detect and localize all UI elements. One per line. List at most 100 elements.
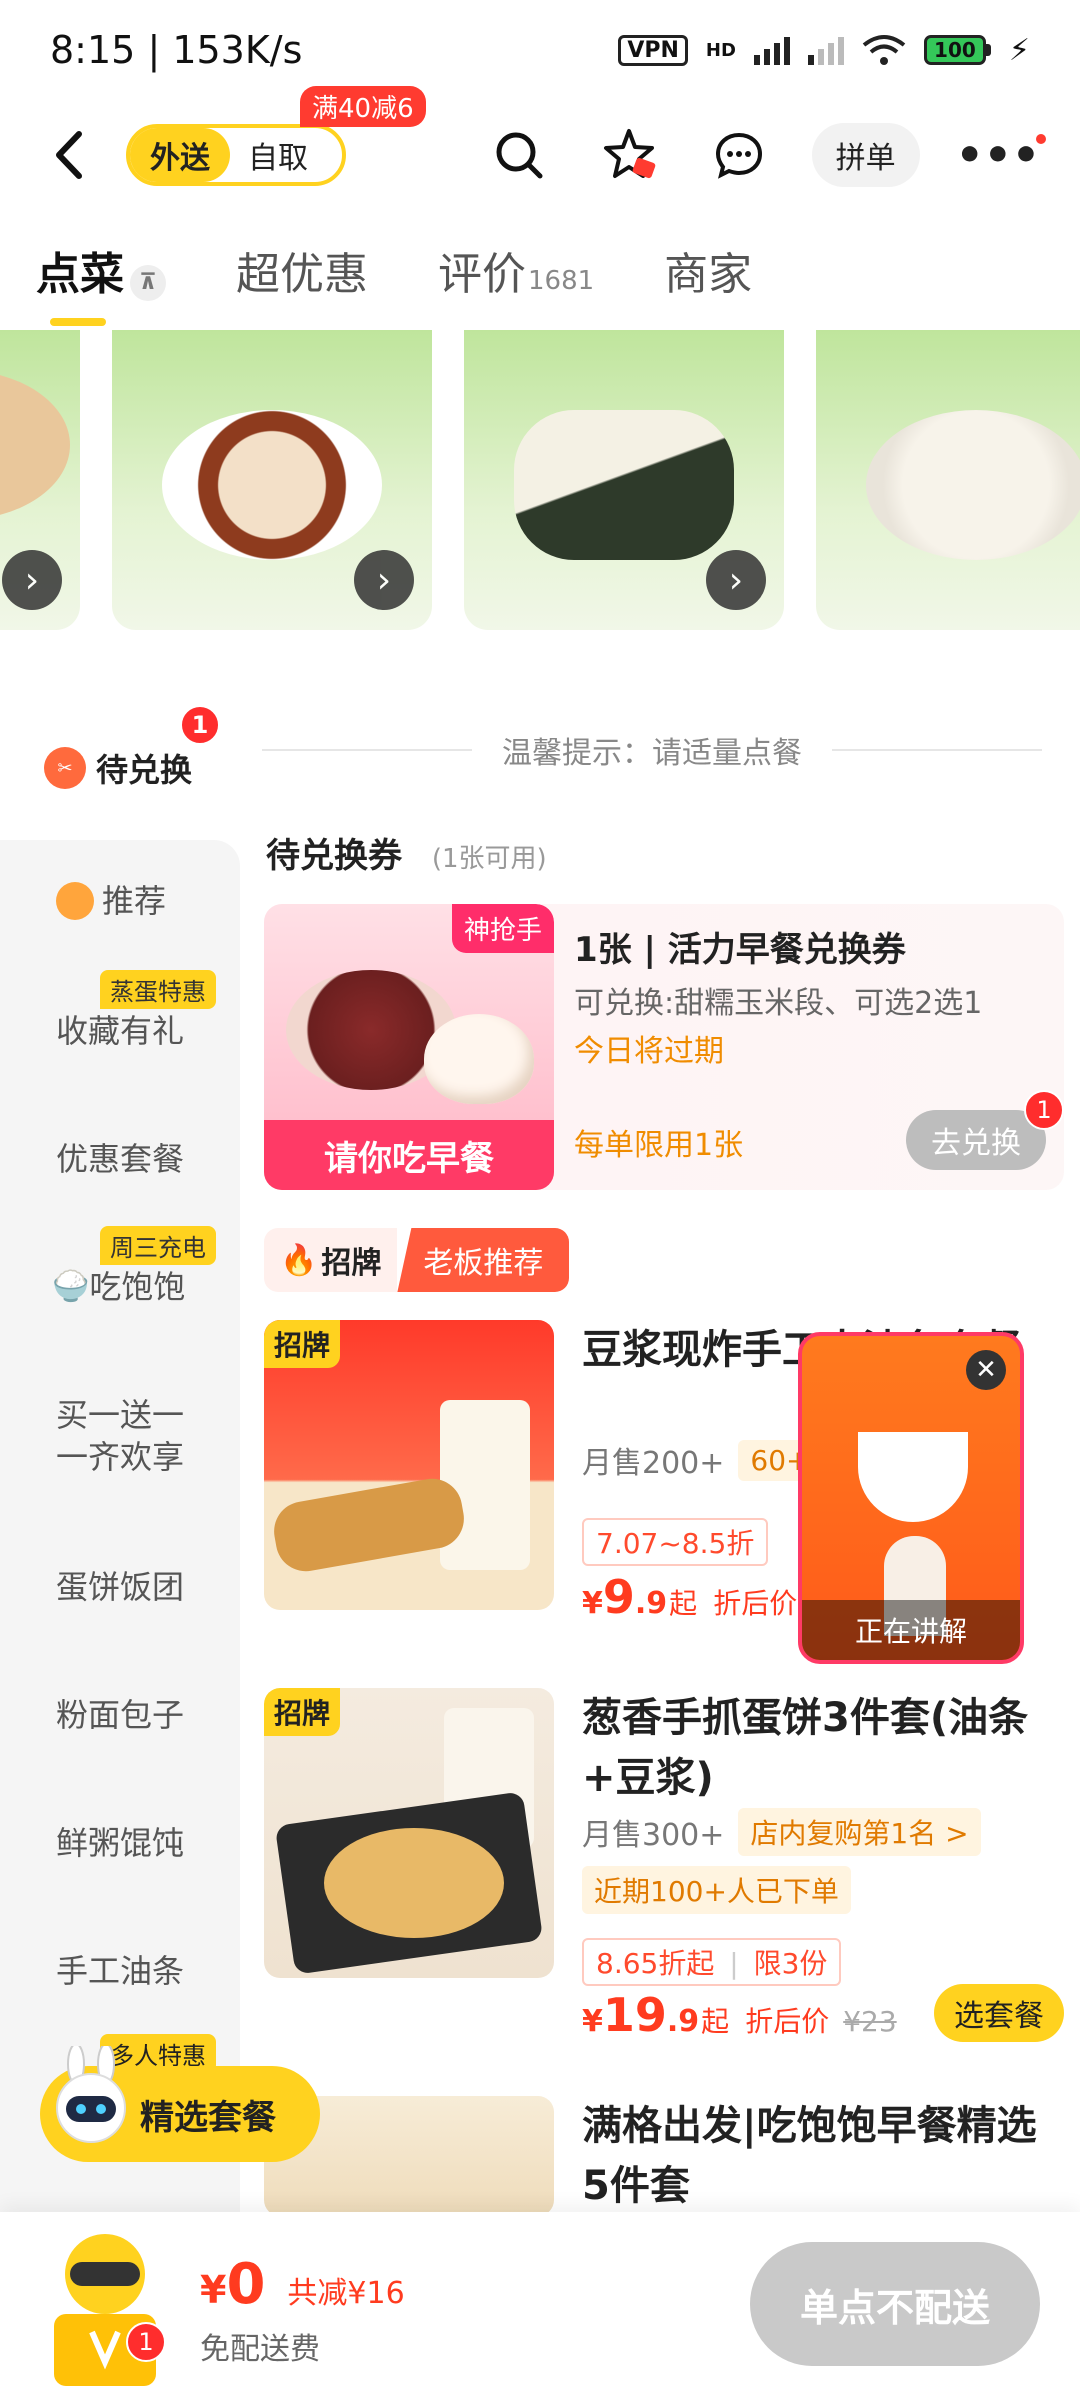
signal-2-icon — [807, 35, 844, 65]
cart-count-badge: 1 — [126, 2322, 166, 2362]
live-stream-window[interactable]: ✕ 正在讲解 — [798, 1332, 1024, 1664]
signature-header: 🔥 招牌 老板推荐 — [264, 1228, 570, 1292]
delivery-option[interactable]: 外送 — [130, 128, 230, 182]
notification-dot — [1036, 133, 1046, 144]
arrow-right-icon[interactable]: › — [354, 550, 414, 610]
favorite-button[interactable] — [592, 118, 666, 192]
voucher-title: 1张 | 活力早餐兑换券 — [574, 930, 906, 970]
cart-button[interactable]: 1 — [30, 2222, 180, 2392]
category-collect-gift[interactable]: 收藏有礼 — [56, 1010, 184, 1052]
banner-card[interactable]: › — [464, 330, 784, 630]
category-porridge[interactable]: 鲜粥馄饨 — [56, 1822, 184, 1864]
wifi-icon — [862, 35, 906, 65]
checkout-button[interactable]: 单点不配送 — [750, 2242, 1040, 2366]
portion-hint: 温馨提示：请适量点餐 — [262, 728, 1042, 772]
select-combo-button[interactable]: 选套餐 — [934, 1984, 1064, 2042]
live-label: 正在讲解 — [802, 1600, 1020, 1660]
search-icon — [496, 132, 543, 179]
product-image: 招牌 — [264, 1688, 554, 1978]
ticket-icon: ✂ — [44, 747, 86, 789]
category-combo[interactable]: 优惠套餐 — [56, 1138, 184, 1180]
food-image — [514, 410, 734, 560]
product-name: 葱香手抓蛋饼3件套(油条+豆浆) — [582, 1695, 1029, 1801]
pickup-option[interactable]: 自取 — [230, 133, 308, 177]
category-sidebar: 推荐 蒸蛋特惠 收藏有礼 优惠套餐 周三充电 🍚 吃饱饱 买一送一 一齐欢享 蛋… — [0, 840, 240, 2240]
rank-chip[interactable]: 店内复购第1名 > — [738, 1808, 981, 1856]
category-recommend[interactable]: 推荐 — [56, 880, 166, 922]
delivery-fee: 免配送费 — [200, 2332, 320, 2367]
more-button[interactable]: ••• — [955, 129, 1046, 181]
collapse-icon[interactable]: ⊼ — [130, 264, 166, 301]
signature-tag: 招牌 — [264, 1688, 341, 1736]
arrow-right-icon[interactable]: › — [706, 550, 766, 610]
bookmark-icon — [56, 882, 94, 920]
tab-merchant[interactable]: 商家 — [664, 238, 752, 302]
cart-savings: 共减¥16 — [287, 2276, 405, 2311]
tab-order[interactable]: 点菜 ⊼ — [36, 238, 166, 326]
status-bar: 8:15 | 153K/s VPN HD 100 ⚡ — [0, 0, 1080, 100]
voucher-detail: 可兑换:甜糯玉米段、可选2选1 — [574, 986, 983, 1021]
tab-bar: 点菜 ⊼ 超优惠 评价 1681 商家 — [0, 220, 1080, 326]
status-speed: 153K/s — [172, 28, 303, 72]
robot-mascot-icon — [56, 2046, 126, 2143]
cart-total: ¥ 0 共减¥16 — [200, 2252, 405, 2317]
product-sales: 月售300+ 店内复购第1名 > — [582, 1808, 981, 1856]
vpn-icon: VPN — [618, 34, 688, 66]
rice-bowl-icon: 🍚 — [52, 1269, 90, 1304]
chat-icon — [715, 132, 762, 179]
top-nav: 外送 自取 满40减6 拼单 ••• — [0, 86, 1080, 210]
battery-icon: 100 — [923, 35, 991, 65]
fried-dough-image — [269, 1474, 469, 1576]
food-image — [866, 410, 1080, 560]
more-icon: ••• — [955, 129, 1040, 181]
category-noodle-bun[interactable]: 粉面包子 — [56, 1694, 184, 1736]
voucher-image: 请你吃早餐 神抢手 — [264, 904, 554, 1190]
product-price: ¥ 9 .9 起 折后价 — [582, 1570, 798, 1624]
voucher-card[interactable]: 请你吃早餐 神抢手 1张 | 活力早餐兑换券 可兑换:甜糯玉米段、可选2选1 今… — [264, 904, 1064, 1190]
product-name: 满格出发|吃饱饱早餐精选5件套 — [582, 2103, 1037, 2209]
category-egg-rice[interactable]: 蛋饼饭团 — [56, 1566, 184, 1608]
discount-row: 8.65折起 | 限3份 — [582, 1938, 842, 1986]
cart-mascot-icon — [54, 2234, 156, 2386]
food-image — [162, 410, 382, 560]
back-button[interactable] — [40, 127, 96, 183]
checkout-bar: 1 ¥ 0 共减¥16 免配送费 单点不配送 — [0, 2212, 1080, 2400]
flame-icon: 🔥 — [280, 1242, 318, 1278]
category-tag: 蒸蛋特惠 — [100, 970, 216, 1009]
category-fried-dough[interactable]: 手工油条 — [56, 1950, 184, 1992]
redeem-button[interactable]: 去兑换 — [906, 1110, 1046, 1170]
featured-combo-button[interactable]: 精选套餐 — [40, 2046, 320, 2162]
bun-image — [424, 1014, 534, 1104]
star-icon — [603, 129, 655, 179]
product-card[interactable]: 招牌 葱香手抓蛋饼3件套(油条+豆浆) 月售300+ 店内复购第1名 > 近期1… — [264, 1688, 1064, 2042]
banner-card[interactable]: › — [0, 330, 80, 630]
product-sales: 月售200+ 60+ — [582, 1438, 822, 1482]
group-order-button[interactable]: 拼单 — [811, 123, 920, 187]
voucher-section-title: 待兑换券 (1张可用) — [266, 836, 547, 876]
category-full-meal[interactable]: 🍚 吃饱饱 — [52, 1266, 185, 1308]
redeem-button-badge: 1 — [1024, 1090, 1064, 1130]
banner-card[interactable]: › — [112, 330, 432, 630]
message-button[interactable] — [702, 118, 776, 192]
tab-reviews[interactable]: 评价 1681 — [438, 238, 594, 302]
product-price: ¥ 19 .9 起 折后价 ¥23 — [582, 1988, 897, 2042]
search-button[interactable] — [482, 118, 556, 192]
voucher-image-tag: 神抢手 — [451, 904, 554, 953]
close-icon[interactable]: ✕ — [966, 1350, 1006, 1390]
tab-deals[interactable]: 超优惠 — [236, 238, 368, 302]
product-image: 招牌 — [264, 1320, 554, 1610]
product-card[interactable]: 满格出发|吃饱饱早餐精选5件套 — [264, 2096, 1064, 2216]
chevron-left-icon — [56, 131, 82, 179]
food-image — [0, 370, 70, 520]
arrow-right-icon[interactable]: › — [2, 550, 62, 610]
category-bogo[interactable]: 买一送一 一齐欢享 — [56, 1394, 196, 1478]
voucher-image-band: 请你吃早餐 — [264, 1120, 554, 1190]
signature-tag: 招牌 — [264, 1320, 341, 1368]
category-redeem[interactable]: ✂ 待兑换 1 — [44, 705, 220, 791]
brand-logo — [858, 1432, 968, 1522]
voucher-expiry: 今日将过期 — [574, 1034, 724, 1069]
hd-label: HD — [705, 39, 736, 61]
soy-milk-image — [440, 1400, 530, 1570]
voucher-limit: 每单限用1张 — [574, 1128, 744, 1163]
banner-card[interactable]: › — [816, 330, 1080, 630]
